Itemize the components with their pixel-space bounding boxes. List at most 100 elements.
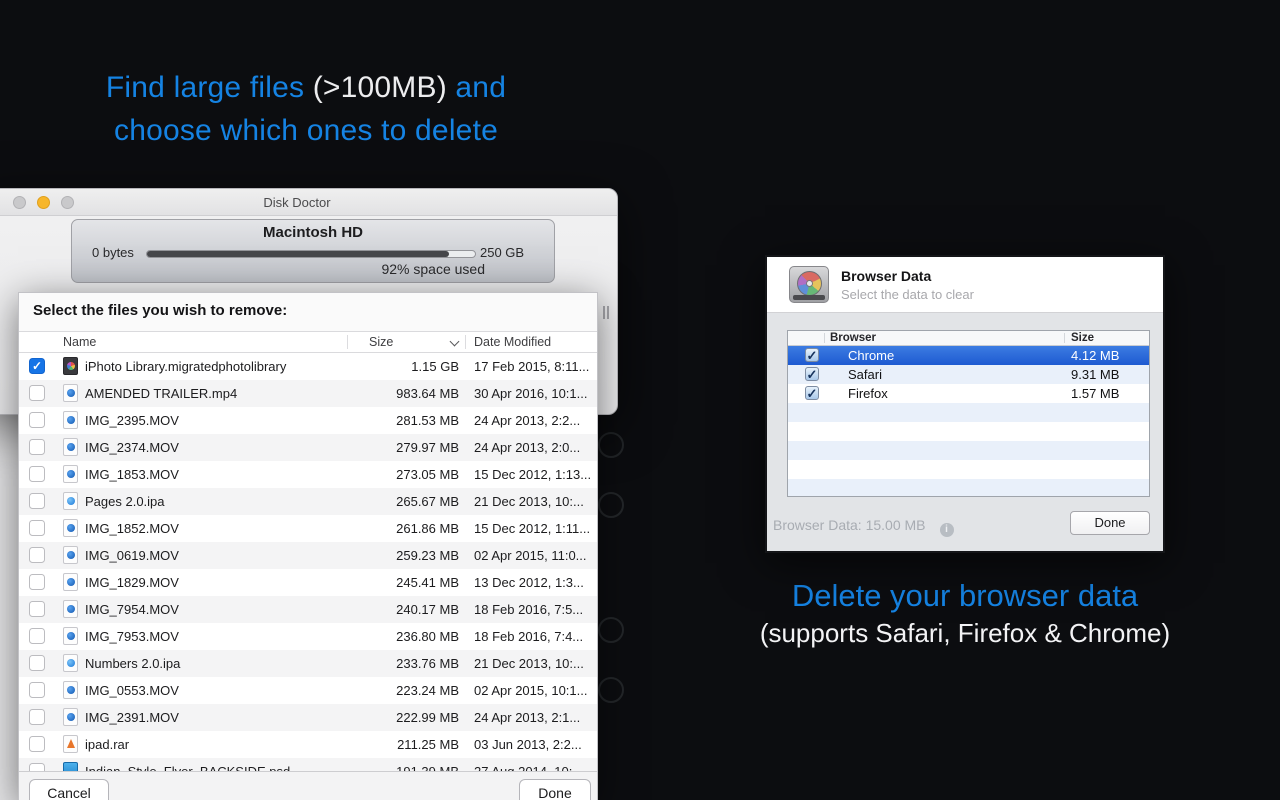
row-checkbox[interactable] xyxy=(29,493,45,509)
row-checkbox[interactable] xyxy=(29,466,45,482)
table-row[interactable]: ✓iPhoto Library.migratedphotolibrary1.15… xyxy=(19,353,597,380)
browser-done-button[interactable]: Done xyxy=(1070,511,1150,535)
file-date: 13 Dec 2012, 1:3... xyxy=(474,569,594,596)
headline-line2: choose which ones to delete xyxy=(114,114,498,147)
table-row[interactable]: Numbers 2.0.ipa233.76 MB21 Dec 2013, 10:… xyxy=(19,650,597,677)
browser-table: Browser Size ✓Chrome4.12 MB✓Safari9.31 M… xyxy=(787,330,1150,497)
dialog-footer: Cancel Done xyxy=(19,771,597,800)
column-header-date[interactable]: Date Modified xyxy=(474,335,551,349)
table-row[interactable]: IMG_7953.MOV236.80 MB18 Feb 2016, 7:4... xyxy=(19,623,597,650)
row-checkbox[interactable] xyxy=(29,655,45,671)
file-date: 30 Apr 2016, 10:1... xyxy=(474,380,594,407)
table-row[interactable]: IMG_1853.MOV273.05 MB15 Dec 2012, 1:13..… xyxy=(19,461,597,488)
table-row[interactable]: AMENDED TRAILER.mp4983.64 MB30 Apr 2016,… xyxy=(19,380,597,407)
file-date: 24 Apr 2013, 2:2... xyxy=(474,407,594,434)
table-row[interactable]: IMG_2391.MOV222.99 MB24 Apr 2013, 2:1... xyxy=(19,704,597,731)
file-name: IMG_1829.MOV xyxy=(85,569,179,596)
row-checkbox[interactable] xyxy=(29,412,45,428)
file-name: IMG_2395.MOV xyxy=(85,407,179,434)
promo-screenshot: Find large files (>100MB) and choose whi… xyxy=(0,0,1280,800)
drive-min-label: 0 bytes xyxy=(92,245,134,260)
psd-file-icon xyxy=(63,762,78,771)
browser-checkbox[interactable]: ✓ xyxy=(805,367,819,381)
browser-table-body: ✓Chrome4.12 MB✓Safari9.31 MB✓Firefox1.57… xyxy=(788,346,1149,497)
ipa-file-icon xyxy=(63,654,78,672)
ghost-circle xyxy=(598,617,624,643)
drive-usage-fill xyxy=(147,251,449,257)
browser-empty-row xyxy=(788,460,1149,479)
column-header-size[interactable]: Size xyxy=(1071,332,1094,344)
file-date: 02 Apr 2015, 11:0... xyxy=(474,542,594,569)
dialog-header-text: Select the files you wish to remove: xyxy=(33,302,287,319)
column-header-size[interactable]: Size xyxy=(369,335,393,349)
file-size: 279.97 MB xyxy=(199,434,459,461)
file-date: 02 Apr 2015, 10:1... xyxy=(474,677,594,704)
browser-checkbox[interactable]: ✓ xyxy=(805,348,819,362)
row-checkbox[interactable] xyxy=(29,736,45,752)
file-size: 1.15 GB xyxy=(199,353,459,380)
file-size: 191.39 MB xyxy=(199,758,459,771)
table-row[interactable]: Indian_Style_Flyer_BACKSIDE.psd191.39 MB… xyxy=(19,758,597,771)
browser-name: Firefox xyxy=(848,384,888,403)
titlebar[interactable]: Disk Doctor xyxy=(0,189,617,216)
browser-size: 9.31 MB xyxy=(1071,365,1119,384)
file-name: IMG_1852.MOV xyxy=(85,515,179,542)
file-date: 21 Dec 2013, 10:... xyxy=(474,488,594,515)
done-button[interactable]: Done xyxy=(519,779,591,800)
table-row[interactable]: IMG_0553.MOV223.24 MB02 Apr 2015, 10:1..… xyxy=(19,677,597,704)
quicktime-file-icon xyxy=(63,681,78,699)
file-table-body: ✓iPhoto Library.migratedphotolibrary1.15… xyxy=(19,353,597,771)
file-name: IMG_7953.MOV xyxy=(85,623,179,650)
cancel-button[interactable]: Cancel xyxy=(29,779,109,800)
browser-data-title: Browser Data xyxy=(841,268,931,284)
quicktime-file-icon xyxy=(63,546,78,564)
table-row[interactable]: IMG_1829.MOV245.41 MB13 Dec 2012, 1:3... xyxy=(19,569,597,596)
ipa-file-icon xyxy=(63,492,78,510)
row-checkbox[interactable] xyxy=(29,520,45,536)
file-size: 281.53 MB xyxy=(199,407,459,434)
browser-row[interactable]: ✓Safari9.31 MB xyxy=(788,365,1149,384)
file-selection-dialog: Select the files you wish to remove: Nam… xyxy=(18,292,598,800)
row-checkbox[interactable] xyxy=(29,763,45,771)
column-header-browser[interactable]: Browser xyxy=(830,332,876,344)
headline-bottom-line1: Delete your browser data xyxy=(720,577,1210,615)
file-size: 261.86 MB xyxy=(199,515,459,542)
quicktime-file-icon xyxy=(63,411,78,429)
file-name: Pages 2.0.ipa xyxy=(85,488,165,515)
browser-checkbox[interactable]: ✓ xyxy=(805,386,819,400)
table-column-headers: Name Size Date Modified xyxy=(19,331,597,353)
table-row[interactable]: IMG_2374.MOV279.97 MB24 Apr 2013, 2:0... xyxy=(19,434,597,461)
file-size: 211.25 MB xyxy=(199,731,459,758)
ghost-circle xyxy=(598,492,624,518)
row-checkbox[interactable] xyxy=(29,385,45,401)
file-name: IMG_0553.MOV xyxy=(85,677,179,704)
row-checkbox[interactable] xyxy=(29,574,45,590)
file-size: 240.17 MB xyxy=(199,596,459,623)
file-name: ipad.rar xyxy=(85,731,129,758)
table-row[interactable]: IMG_7954.MOV240.17 MB18 Feb 2016, 7:5... xyxy=(19,596,597,623)
scrollbar-indicator[interactable] xyxy=(603,306,611,324)
table-row[interactable]: IMG_1852.MOV261.86 MB15 Dec 2012, 1:11..… xyxy=(19,515,597,542)
file-name: IMG_1853.MOV xyxy=(85,461,179,488)
browser-name: Chrome xyxy=(848,346,894,365)
column-header-name[interactable]: Name xyxy=(63,335,96,349)
row-checkbox[interactable] xyxy=(29,628,45,644)
row-checkbox[interactable]: ✓ xyxy=(29,358,45,374)
row-checkbox[interactable] xyxy=(29,601,45,617)
table-row[interactable]: IMG_0619.MOV259.23 MB02 Apr 2015, 11:0..… xyxy=(19,542,597,569)
headline-delete-browser-data: Delete your browser data (supports Safar… xyxy=(720,577,1210,651)
row-checkbox[interactable] xyxy=(29,709,45,725)
row-checkbox[interactable] xyxy=(29,682,45,698)
table-row[interactable]: IMG_2395.MOV 281.53 MB 24 Apr 2013, 2:2... xyxy=(19,407,597,434)
row-checkbox[interactable] xyxy=(29,439,45,455)
table-row[interactable]: Pages 2.0.ipa265.67 MB21 Dec 2013, 10:..… xyxy=(19,488,597,515)
browser-data-window: Browser Data Select the data to clear Br… xyxy=(765,255,1165,553)
table-row[interactable]: ipad.rar 211.25 MB 03 Jun 2013, 2:2... xyxy=(19,731,597,758)
browser-empty-row xyxy=(788,403,1149,422)
browser-row[interactable]: ✓Firefox1.57 MB xyxy=(788,384,1149,403)
file-date: 03 Jun 2013, 2:2... xyxy=(474,731,594,758)
file-name: IMG_0619.MOV xyxy=(85,542,179,569)
disk-doctor-app-icon xyxy=(789,266,829,303)
browser-row[interactable]: ✓Chrome4.12 MB xyxy=(788,346,1149,365)
row-checkbox[interactable] xyxy=(29,547,45,563)
